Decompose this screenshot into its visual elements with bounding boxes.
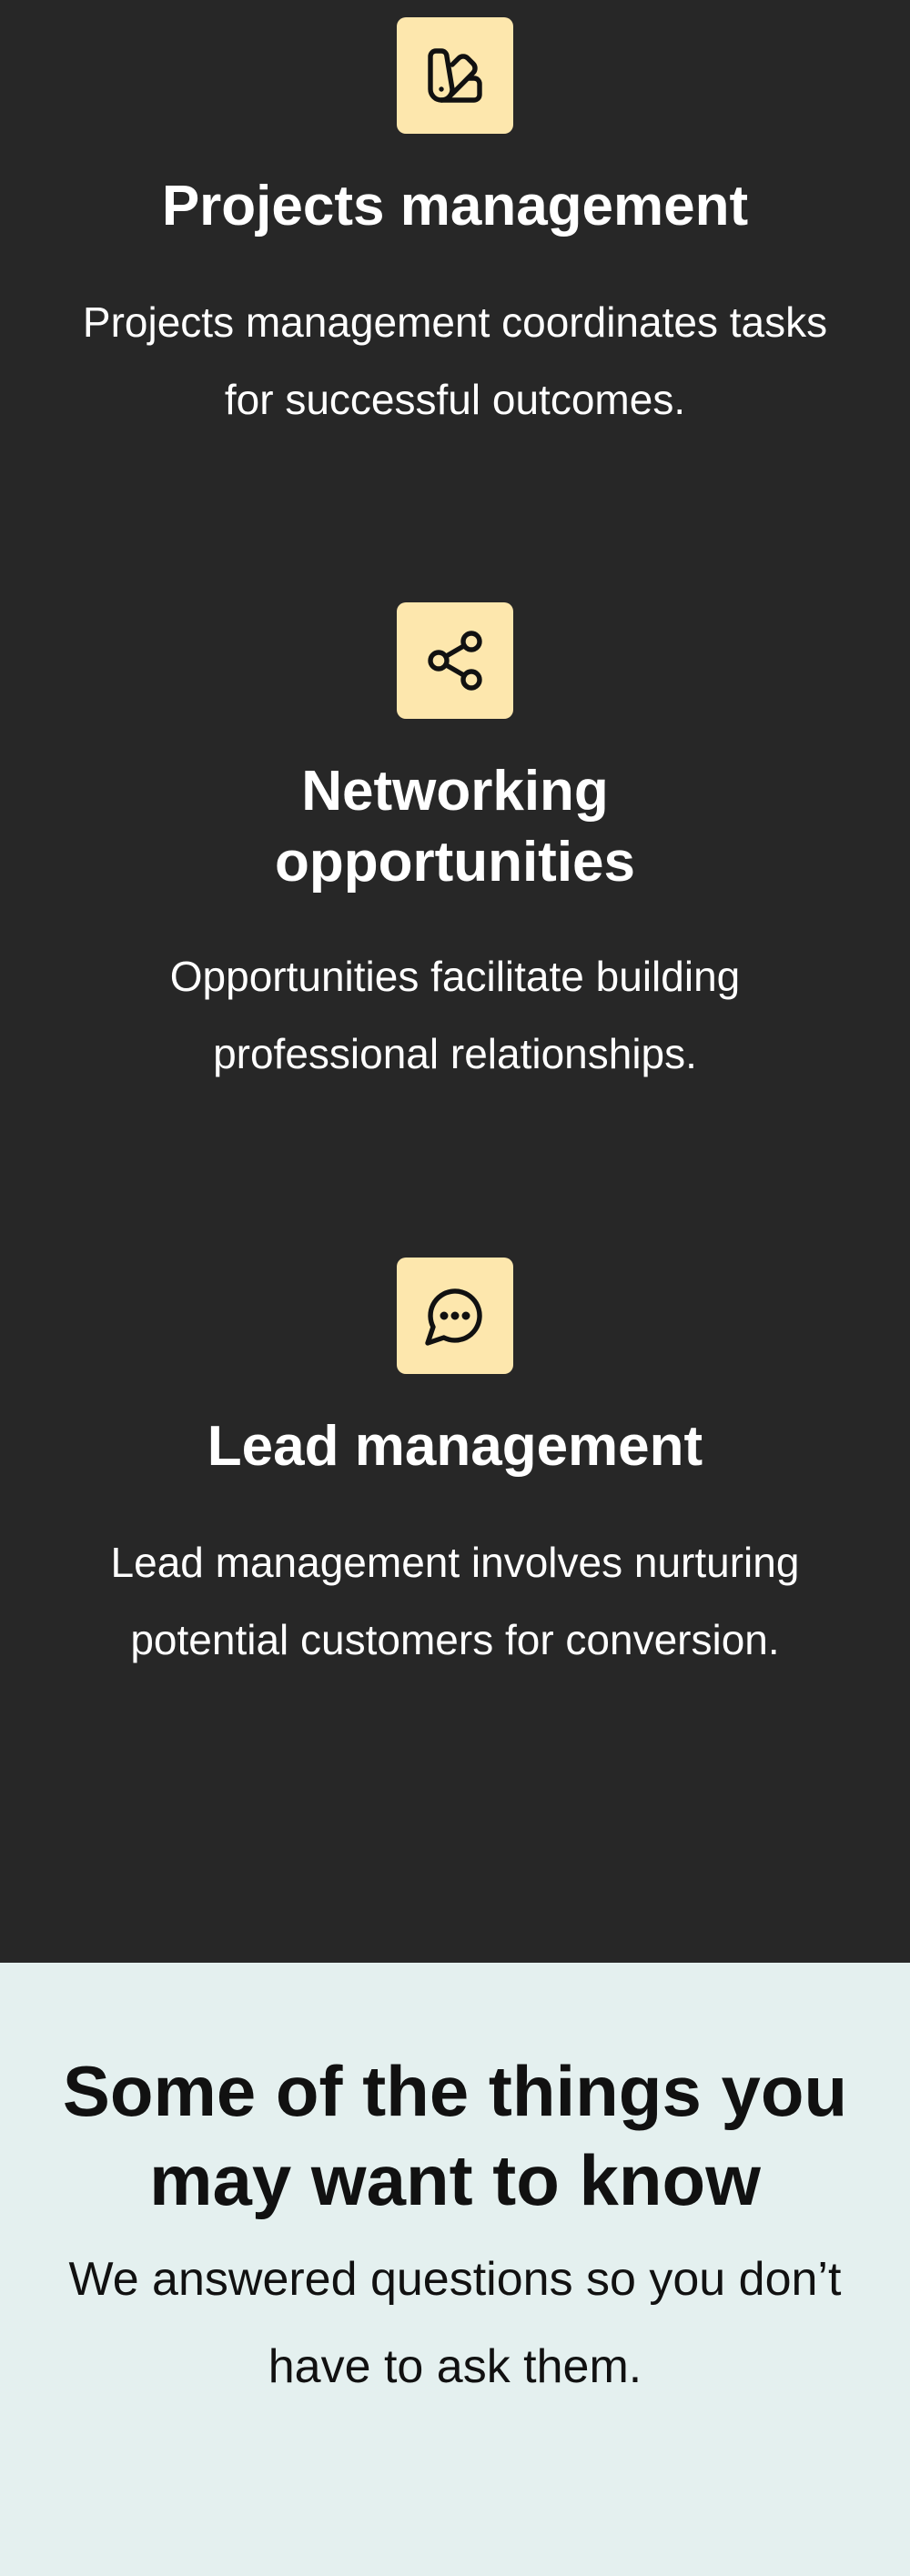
feature-title: Projects management xyxy=(161,175,749,237)
features-section: Projects management Projects management … xyxy=(0,0,910,1963)
swatch-book-icon xyxy=(397,17,513,134)
share-icon xyxy=(397,602,513,719)
feature-description: Projects management coordinates tasks fo… xyxy=(82,298,828,423)
feature-title: Lead management xyxy=(207,1415,703,1478)
faq-first-question-peek[interactable] xyxy=(91,2541,819,2576)
feature-description: Opportunities facilitate building profes… xyxy=(169,953,741,1077)
feature-title: Networking opportunities xyxy=(274,760,636,894)
faq-subtitle: We answered questions so you don’t have … xyxy=(68,2253,842,2393)
faq-section: Some of the things you may want to know … xyxy=(0,1963,910,2576)
chat-bubble-icon xyxy=(397,1258,513,1374)
feature-description: Lead management involves nurturing poten… xyxy=(110,1539,800,1663)
faq-title: Some of the things you may want to know xyxy=(62,2051,848,2220)
